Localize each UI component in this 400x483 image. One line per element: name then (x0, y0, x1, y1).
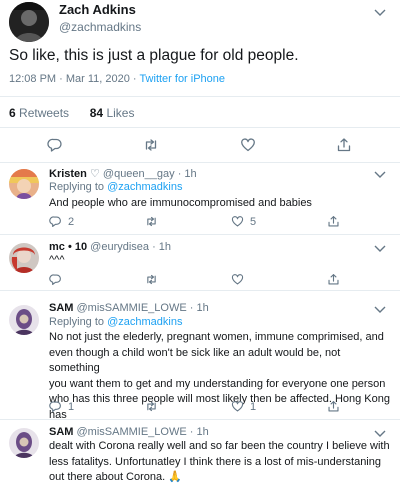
reply-count: 1 (68, 400, 75, 413)
reply-text-line: who has this three people will most like… (49, 393, 390, 405)
share-icon[interactable] (336, 137, 352, 153)
reply-author-name[interactable]: mc • 10 (49, 241, 87, 253)
reply-action[interactable] (49, 273, 62, 286)
like-count: 5 (250, 215, 257, 228)
like-count: 1 (250, 400, 257, 413)
tweet-stats: 6 Retweets 84 Likes (9, 106, 134, 120)
divider (0, 127, 400, 128)
retweet-action[interactable] (145, 215, 164, 228)
reply-tweet[interactable]: Kristen ♡ @queen__gay · 1h Replying to @… (0, 163, 400, 235)
retweet-icon[interactable] (145, 273, 158, 286)
reply-text-line: No not just the elederly, pregnant women… (49, 331, 384, 343)
reply-text: dealt with Corona really well and so far… (49, 439, 394, 483)
tweet-source[interactable]: Twitter for iPhone (139, 73, 225, 85)
reply-handle-time[interactable]: @misSAMMIE_LOWE · 1h (77, 426, 209, 438)
chevron-down-icon[interactable] (374, 306, 386, 314)
retweet-action[interactable] (145, 400, 164, 413)
replying-to-handle[interactable]: @zachmadkins (107, 181, 182, 193)
like-action[interactable]: 5 (231, 215, 256, 228)
share-action[interactable] (327, 400, 340, 413)
tweet-time[interactable]: 12:08 PM · Mar 11, 2020 · (9, 73, 139, 85)
reply-icon[interactable] (49, 400, 62, 413)
retweet-action[interactable] (145, 273, 158, 286)
author-handle[interactable]: @zachmadkins (59, 20, 141, 34)
divider (0, 96, 400, 97)
reply-header: SAM @misSAMMIE_LOWE · 1h (49, 302, 209, 314)
chevron-down-icon[interactable] (374, 430, 386, 438)
reply-text: And people who are immunocompromised and… (49, 197, 312, 209)
replying-to-handle[interactable]: @zachmadkins (107, 316, 182, 328)
avatar[interactable] (9, 428, 39, 458)
retweet-icon[interactable] (145, 400, 158, 413)
heart-icon[interactable] (240, 137, 256, 153)
reply-handle-time[interactable]: @eurydisea · 1h (90, 241, 171, 253)
folded-hands-emoji: 🙏 (168, 471, 182, 483)
reply-header: mc • 10 @eurydisea · 1h (49, 241, 171, 253)
retweet-icon[interactable] (145, 215, 158, 228)
verified-badge: ♡ (89, 168, 100, 180)
tweet-meta: 12:08 PM · Mar 11, 2020 · Twitter for iP… (9, 73, 225, 85)
share-action[interactable] (327, 215, 340, 228)
retweet-label[interactable]: Retweets (19, 106, 69, 120)
avatar[interactable] (9, 243, 39, 273)
reply-tweet[interactable]: SAM @misSAMMIE_LOWE · 1h dealt with Coro… (0, 420, 400, 483)
reply-text-line: out there about Corona. (49, 471, 166, 483)
reply-text-line: dealt with Corona really well and so far… (49, 440, 390, 452)
reply-tweet[interactable]: mc • 10 @eurydisea · 1h ^^^ (0, 235, 400, 291)
reply-header: SAM @misSAMMIE_LOWE · 1h (49, 426, 209, 438)
reply-action[interactable]: 1 (49, 400, 74, 413)
reply-text: ^^^ (49, 254, 65, 266)
heart-icon[interactable] (231, 400, 244, 413)
reply-icon[interactable] (47, 137, 63, 153)
like-action[interactable] (231, 273, 244, 286)
reply-tweet[interactable]: SAM @misSAMMIE_LOWE · 1h Replying to @za… (0, 291, 400, 423)
reply-handle-time[interactable]: @queen__gay · 1h (103, 168, 197, 180)
main-tweet: Zach Adkins @zachmadkins So like, this i… (0, 0, 400, 163)
like-count[interactable]: 84 (90, 106, 103, 120)
avatar[interactable] (9, 305, 39, 335)
heart-icon[interactable] (231, 215, 244, 228)
like-label[interactable]: Likes (106, 106, 134, 120)
reply-count: 2 (68, 215, 75, 228)
reply-text-line: out there about Corona. 🙏 (49, 470, 394, 483)
reply-header: Kristen ♡ @queen__gay · 1h (49, 167, 197, 180)
share-icon[interactable] (327, 273, 340, 286)
replying-to: Replying to @zachmadkins (49, 316, 182, 328)
retweet-icon[interactable] (143, 137, 159, 153)
share-icon[interactable] (327, 215, 340, 228)
replying-to: Replying to @zachmadkins (49, 181, 182, 193)
reply-action[interactable]: 2 (49, 215, 74, 228)
reply-icon[interactable] (49, 273, 62, 286)
reply-author-name[interactable]: Kristen (49, 168, 87, 180)
chevron-down-icon[interactable] (374, 171, 386, 179)
reply-author-name[interactable]: SAM (49, 302, 73, 314)
tweet-text: So like, this is just a plague for old p… (9, 47, 299, 64)
chevron-down-icon[interactable] (374, 245, 386, 253)
reply-text-line: you want them to get and my understandin… (49, 377, 386, 390)
share-icon[interactable] (327, 400, 340, 413)
reply-author-name[interactable]: SAM (49, 426, 73, 438)
chevron-down-icon[interactable] (374, 9, 386, 17)
replying-to-label: Replying to (49, 181, 108, 193)
like-action[interactable]: 1 (231, 400, 256, 413)
heart-icon[interactable] (231, 273, 244, 286)
reply-handle-time[interactable]: @misSAMMIE_LOWE · 1h (77, 302, 209, 314)
avatar[interactable] (9, 2, 49, 42)
reply-icon[interactable] (49, 215, 62, 228)
retweet-count[interactable]: 6 (9, 106, 16, 120)
reply-text: No not just the elederly, pregnant women… (49, 330, 394, 423)
share-action[interactable] (327, 273, 340, 286)
replying-to-label: Replying to (49, 316, 108, 328)
reply-text-line: even though a child won't be sick like a… (49, 346, 341, 375)
avatar[interactable] (9, 169, 39, 199)
author-name[interactable]: Zach Adkins (59, 2, 136, 17)
reply-text-line: less fatalitys. Unfortunatley I think th… (49, 455, 381, 468)
